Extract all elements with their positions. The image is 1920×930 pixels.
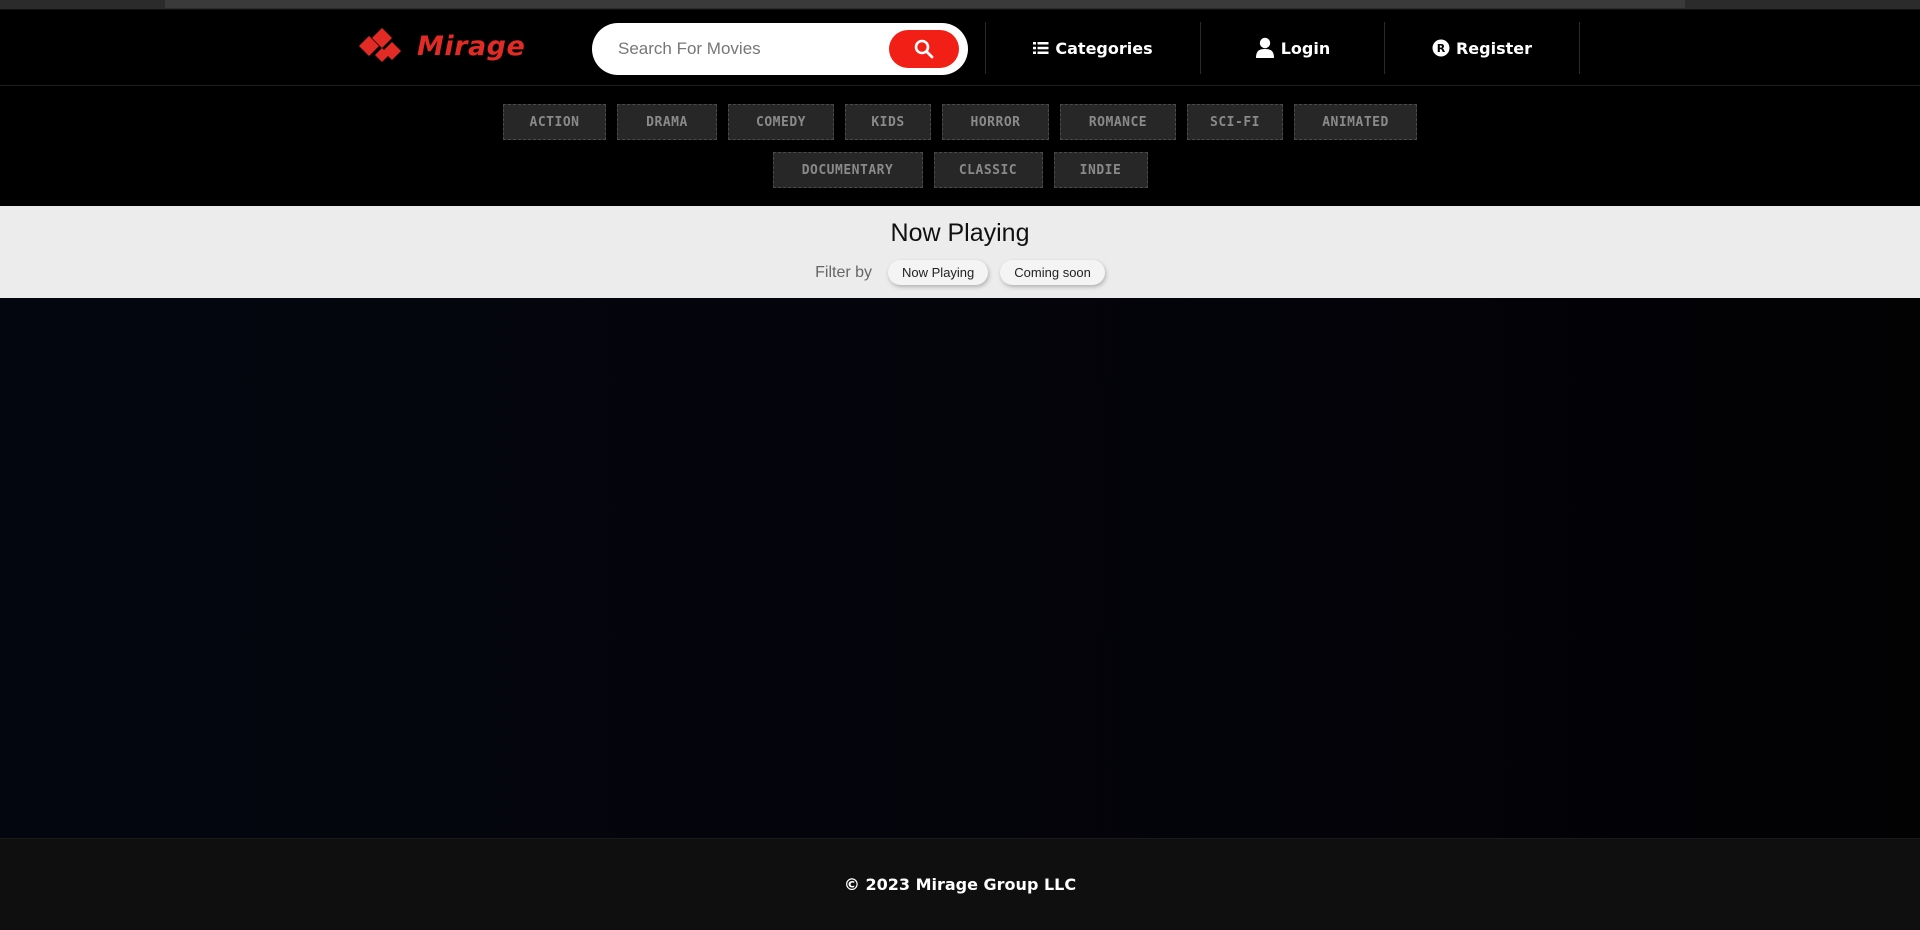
genre-animated[interactable]: ANIMATED (1294, 104, 1417, 140)
movie-content-area (0, 298, 1920, 838)
search-bar: Search For Movies (592, 23, 968, 75)
registered-icon: R (1432, 39, 1450, 57)
svg-text:R: R (1437, 42, 1446, 55)
navbar: Mirage Search For Movies Categories Logi (0, 10, 1920, 86)
genre-drama[interactable]: DRAMA (617, 104, 717, 140)
logo[interactable]: Mirage (355, 26, 525, 66)
footer: © 2023 Mirage Group LLC (0, 838, 1920, 930)
search-icon (914, 39, 934, 59)
genre-indie[interactable]: INDIE (1053, 152, 1148, 188)
genre-romance[interactable]: ROMANCE (1060, 104, 1176, 140)
section-header: Now Playing Filter by Now Playing Coming… (0, 206, 1920, 298)
genre-row-1: ACTION DRAMA COMEDY KIDS HORROR ROMANCE … (0, 104, 1920, 140)
genre-classic[interactable]: CLASSIC (933, 152, 1043, 188)
section-title: Now Playing (890, 219, 1030, 247)
filter-now-playing[interactable]: Now Playing (888, 260, 989, 285)
logo-diamond-icon (359, 28, 401, 62)
genre-documentary[interactable]: DOCUMENTARY (772, 152, 923, 188)
list-icon (1033, 42, 1049, 54)
search-button[interactable] (889, 30, 959, 68)
footer-copyright: © 2023 Mirage Group LLC (843, 875, 1077, 894)
user-icon (1255, 37, 1274, 58)
filter-label: Filter by (815, 263, 873, 281)
genre-sci-fi[interactable]: SCI-FI (1187, 104, 1283, 140)
genre-kids[interactable]: KIDS (845, 104, 931, 140)
filter-coming-soon[interactable]: Coming soon (1000, 260, 1105, 285)
genre-action[interactable]: ACTION (503, 104, 606, 140)
nav-register-label: Register (1455, 38, 1533, 58)
search-input[interactable]: Search For Movies (618, 39, 889, 59)
nav-login[interactable]: Login (1200, 22, 1384, 74)
nav-login-label: Login (1280, 38, 1331, 58)
genre-bar: ACTION DRAMA COMEDY KIDS HORROR ROMANCE … (0, 86, 1920, 206)
genre-horror[interactable]: HORROR (942, 104, 1049, 140)
genre-comedy[interactable]: COMEDY (728, 104, 834, 140)
logo-text: Mirage (417, 30, 526, 62)
nav-links: Categories Login R Register (985, 22, 1580, 74)
nav-categories[interactable]: Categories (985, 22, 1200, 74)
nav-categories-label: Categories (1055, 38, 1153, 58)
browser-top-strip (0, 0, 1920, 10)
filter-group: Filter by Now Playing Coming soon (0, 260, 1920, 285)
genre-row-2: DOCUMENTARY CLASSIC INDIE (0, 152, 1920, 188)
nav-register[interactable]: R Register (1384, 22, 1580, 74)
